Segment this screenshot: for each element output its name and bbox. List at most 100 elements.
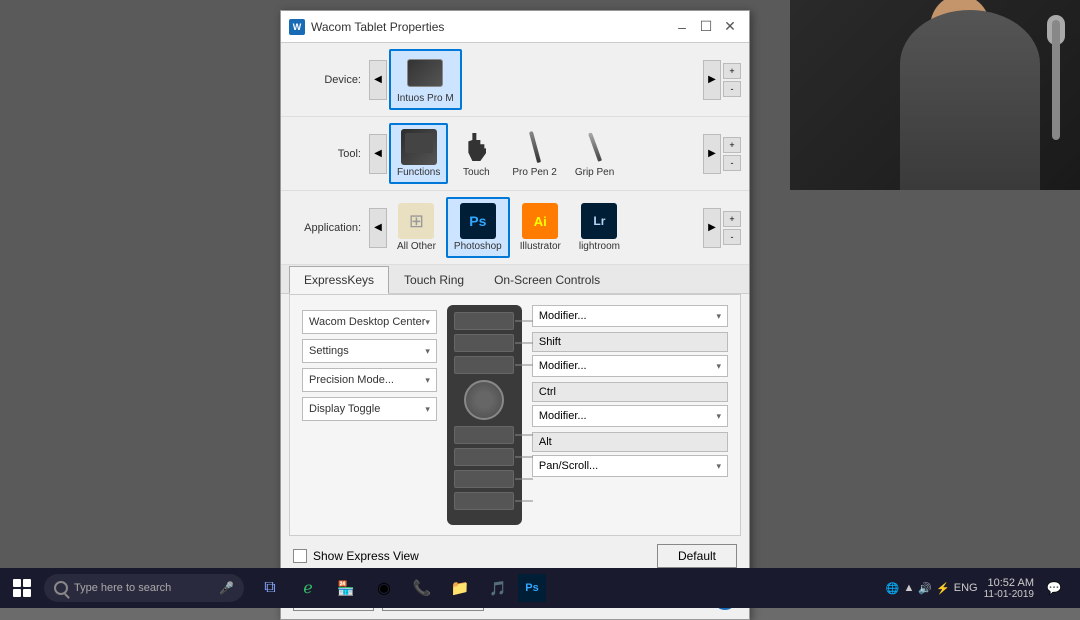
- win-tile-1: [13, 579, 21, 587]
- store-icon[interactable]: 🏪: [328, 570, 364, 606]
- windows-logo: [13, 579, 31, 597]
- modifier-val-text-2: Ctrl: [539, 386, 556, 398]
- minimize-button[interactable]: –: [671, 16, 693, 38]
- tab-expresskeys[interactable]: ExpressKeys: [289, 266, 389, 294]
- tool-end-btns: + -: [723, 137, 741, 171]
- tablet-btn-6: [454, 470, 514, 488]
- edge-icon[interactable]: ℯ: [290, 570, 326, 606]
- tablet-btn-3: [454, 356, 514, 374]
- settings-value: Settings: [309, 345, 349, 357]
- tool-nav-right[interactable]: ▶: [703, 134, 721, 174]
- tool-pro-pen-2[interactable]: Pro Pen 2: [504, 123, 564, 184]
- webcam-preview: [790, 0, 1080, 190]
- skype-icon[interactable]: 📞: [404, 570, 440, 606]
- app-add-btn[interactable]: +: [723, 211, 741, 227]
- tab-on-screen-controls[interactable]: On-Screen Controls: [479, 266, 615, 294]
- modifier-row-4: Pan/Scroll... ▾: [532, 455, 728, 477]
- device-remove-btn[interactable]: -: [723, 81, 741, 97]
- tab-touch-ring[interactable]: Touch Ring: [389, 266, 479, 294]
- app-photoshop[interactable]: Ps Photoshop: [446, 197, 510, 258]
- app-label: Application:: [289, 222, 369, 234]
- search-placeholder: Type here to search: [74, 582, 171, 594]
- modifier-dropdown-2[interactable]: Modifier... ▾: [532, 355, 728, 377]
- device-nav-right[interactable]: ▶: [703, 60, 721, 100]
- dialog-title: Wacom Tablet Properties: [311, 20, 444, 34]
- dropdown-row-4: Display Toggle ▾: [302, 397, 437, 421]
- tool-add-btn[interactable]: +: [723, 137, 741, 153]
- dropdown-row-3: Precision Mode... ▾: [302, 368, 437, 392]
- modifier-label-1: Modifier...: [539, 310, 587, 322]
- notification-button[interactable]: 💬: [1040, 574, 1068, 602]
- up-arrow-icon: ▲: [903, 582, 914, 594]
- dropdown-row-2: Settings ▾: [302, 339, 437, 363]
- file-explorer-icon[interactable]: 📁: [442, 570, 478, 606]
- tool-functions[interactable]: Functions: [389, 123, 448, 184]
- app-items: ⊞ All Other Ps Photoshop Ai Illustrator: [387, 195, 703, 260]
- app-nav-right[interactable]: ▶: [703, 208, 721, 248]
- app-nav-left[interactable]: ◀: [369, 208, 387, 248]
- tool-touch[interactable]: Touch: [450, 123, 502, 184]
- app-all-other[interactable]: ⊞ All Other: [389, 197, 444, 258]
- tablet-btn-4: [454, 426, 514, 444]
- functions-icon-container: [401, 129, 437, 165]
- precision-mode-value: Precision Mode...: [309, 374, 394, 386]
- device-label: Device:: [289, 74, 369, 86]
- dropdown-row-1: Wacom Desktop Center ▾: [302, 310, 437, 334]
- display-toggle-value: Display Toggle: [309, 403, 380, 415]
- device-intuos-pro-m[interactable]: Intuos Pro M: [389, 49, 462, 110]
- app-remove-btn[interactable]: -: [723, 229, 741, 245]
- functions-icon: [401, 129, 437, 165]
- precision-mode-dropdown[interactable]: Precision Mode... ▾: [302, 368, 437, 392]
- task-view-icon[interactable]: ⧉: [252, 570, 288, 606]
- display-toggle-dropdown[interactable]: Display Toggle ▾: [302, 397, 437, 421]
- device-add-btn[interactable]: +: [723, 63, 741, 79]
- win-tile-3: [13, 589, 21, 597]
- modifier-value-1: Shift: [532, 332, 728, 352]
- tool-nav-left[interactable]: ◀: [369, 134, 387, 174]
- mod-arrow-3: ▾: [716, 411, 721, 422]
- intuos-graphic: [407, 59, 443, 87]
- device-nav-left[interactable]: ◀: [369, 60, 387, 100]
- propen-icon-container: [517, 129, 553, 165]
- tool-remove-btn[interactable]: -: [723, 155, 741, 171]
- tablet-btn-1: [454, 312, 514, 330]
- grippen-icon-container: [577, 129, 613, 165]
- search-bar[interactable]: Type here to search 🎤: [44, 574, 244, 602]
- intuos-label: Intuos Pro M: [397, 93, 454, 104]
- app-illustrator[interactable]: Ai Illustrator: [512, 197, 569, 258]
- illustrator-glyph: Ai: [534, 214, 547, 229]
- tool-label: Tool:: [289, 148, 369, 160]
- modifier-row-1: Modifier... ▾: [532, 305, 728, 327]
- person-silhouette: [900, 10, 1040, 190]
- lightroom-glyph: Lr: [593, 214, 605, 228]
- modifier-dropdown-4[interactable]: Pan/Scroll... ▾: [532, 455, 728, 477]
- show-express-view-checkbox[interactable]: [293, 549, 307, 563]
- taskbar: Type here to search 🎤 ⧉ ℯ 🏪 ◉ 📞 📁 🎵 Ps 🌐…: [0, 568, 1080, 608]
- app-lightroom[interactable]: Lr lightroom: [571, 197, 628, 258]
- wacom-dialog: W Wacom Tablet Properties – ☐ ✕ Device: …: [280, 10, 750, 620]
- device-items: Intuos Pro M: [387, 47, 703, 112]
- microphone-icon: 🎤: [219, 581, 234, 595]
- modifier-val-text-1: Shift: [539, 336, 561, 348]
- modifier-dropdown-1[interactable]: Modifier... ▾: [532, 305, 728, 327]
- close-button[interactable]: ✕: [719, 16, 741, 38]
- start-button[interactable]: [4, 570, 40, 606]
- volume-icon: 🔊: [918, 582, 932, 595]
- tablet-area: Wacom Desktop Center ▾ Settings ▾ Precis…: [302, 305, 728, 525]
- app-end-btns: + -: [723, 211, 741, 245]
- wacom-desktop-center-dropdown[interactable]: Wacom Desktop Center ▾: [302, 310, 437, 334]
- titlebar-left: W Wacom Tablet Properties: [289, 19, 444, 35]
- intuos-icon: [407, 55, 443, 91]
- maximize-button[interactable]: ☐: [695, 16, 717, 38]
- modifier-dropdown-3[interactable]: Modifier... ▾: [532, 405, 728, 427]
- photoshop-taskbar-icon[interactable]: Ps: [518, 574, 546, 602]
- tablet-wheel: [464, 380, 504, 420]
- app-row: Application: ◀ ⊞ All Other Ps Photoshop: [281, 191, 749, 265]
- settings-dropdown[interactable]: Settings ▾: [302, 339, 437, 363]
- tool-grip-pen[interactable]: Grip Pen: [567, 123, 622, 184]
- default-button[interactable]: Default: [657, 544, 737, 568]
- chrome-icon[interactable]: ◉: [366, 570, 402, 606]
- modifier-label-2: Modifier...: [539, 360, 587, 372]
- media-icon[interactable]: 🎵: [480, 570, 516, 606]
- photoshop-icon-container: Ps: [460, 203, 496, 239]
